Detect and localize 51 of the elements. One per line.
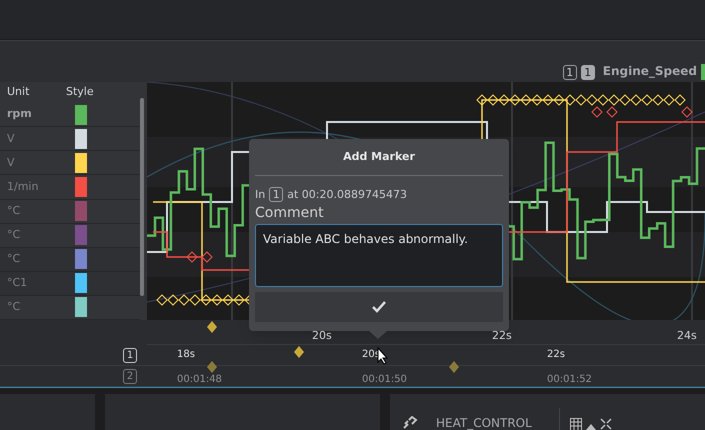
timeline-label: 22s	[547, 349, 565, 361]
scrollbar[interactable]	[140, 98, 144, 296]
pane-badge: 1	[580, 65, 595, 80]
unit-cell-text: 1/min	[6, 178, 40, 195]
marker-icon[interactable]	[207, 361, 217, 373]
table-row[interactable]: V	[0, 127, 140, 152]
timeline-label: 18s	[177, 349, 195, 361]
comment-field[interactable]: Variable ABC behaves abnormally.	[255, 224, 503, 286]
unit-cell-text: V	[6, 154, 16, 171]
table-row[interactable]: 1/min	[0, 175, 140, 200]
mountain-icon[interactable]	[586, 424, 596, 430]
table-row[interactable]: °C1	[0, 272, 140, 296]
axis-label: 22s	[492, 328, 512, 344]
unit-cell-text: °C	[6, 226, 22, 243]
signal-name: Engine_Speed	[602, 63, 697, 80]
pane-badge: 1	[269, 187, 284, 202]
timeline-badge[interactable]: 1	[123, 348, 137, 362]
table-row[interactable]: V	[0, 151, 140, 176]
table-row[interactable]: rpm	[0, 103, 140, 128]
unit-cell-text: °C	[6, 299, 22, 316]
timeline-label: 00:01:50	[362, 374, 407, 386]
column-header: Style	[66, 84, 94, 100]
dialog-title: Add Marker	[255, 149, 503, 176]
cursor-icon	[377, 347, 389, 365]
check-icon	[372, 300, 386, 312]
unit-cell-text: °C	[6, 202, 22, 219]
timeline-label: 00:01:48	[177, 374, 222, 386]
marker-icon[interactable]	[207, 321, 217, 333]
table-row[interactable]: °C	[0, 296, 140, 320]
table-row[interactable]: °C	[0, 200, 140, 224]
link-icon[interactable]	[402, 416, 418, 430]
unit-cell-text: °C1	[6, 275, 28, 292]
splitter-bar[interactable]	[0, 387, 705, 394]
axis-label: 24s	[677, 328, 697, 344]
axis-label: 20s	[312, 328, 332, 344]
grid-icon[interactable]	[570, 418, 582, 430]
unit-cell-text: °C	[6, 251, 22, 268]
marker-icon[interactable]	[294, 346, 304, 358]
unit-cell-text: V	[6, 130, 16, 147]
timestamp: at 00:20.0889745473	[287, 186, 407, 202]
marker-icon[interactable]	[449, 361, 459, 373]
pane-badge: 1	[562, 65, 577, 80]
timeline-label: 00:01:52	[547, 374, 592, 386]
collapse-icon[interactable]	[600, 418, 612, 430]
timeline-badge[interactable]: 2	[123, 368, 137, 384]
dialog-label: In	[255, 186, 266, 202]
column-header: Unit	[6, 84, 30, 100]
comment-label: Comment	[255, 205, 325, 222]
table-row[interactable]: °C	[0, 248, 140, 272]
panel-title: HEAT_CONTROL	[436, 416, 533, 430]
unit-cell-text: rpm	[6, 106, 33, 122]
